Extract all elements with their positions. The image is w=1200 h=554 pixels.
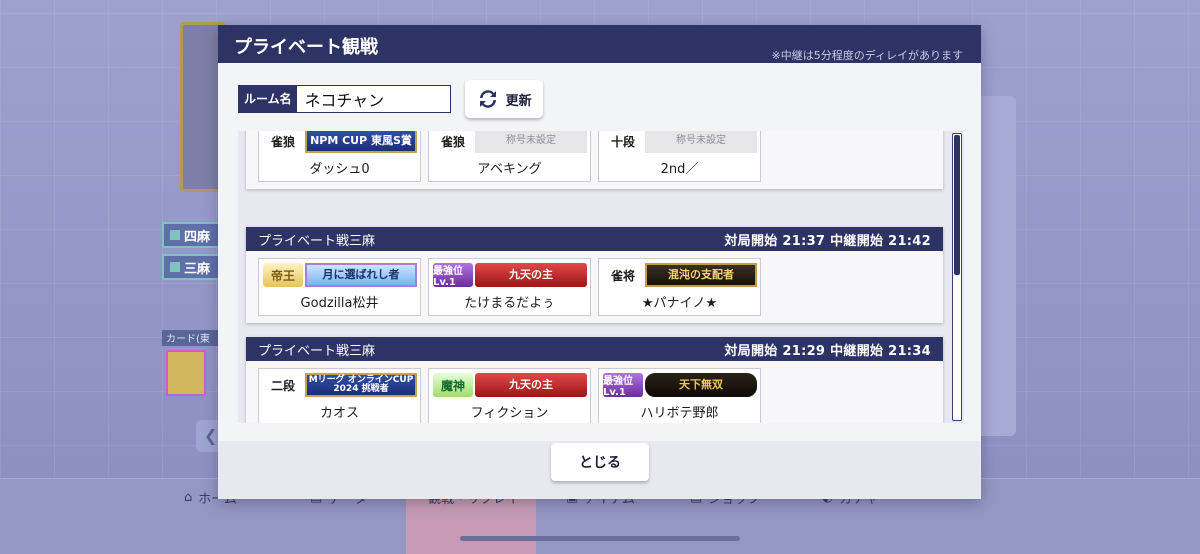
close-button[interactable]: とじる	[551, 443, 649, 481]
player-card[interactable]: 雀狼 NPM CUP 東風S賞 ダッシュ0	[258, 131, 421, 182]
player-name: ★パナイノ★	[641, 296, 718, 311]
room-card-header: プライベート戦三麻 対局開始 21:37 中継開始 21:42	[246, 227, 943, 251]
title-plate: Mリーグ オンラインCUP 2024 挑戦者	[305, 373, 417, 397]
refresh-label: 更新	[505, 93, 532, 109]
player-name: フィクション	[470, 406, 549, 421]
player-card[interactable]: 二段 Mリーグ オンラインCUP 2024 挑戦者 カオス	[258, 368, 421, 423]
title-plate: 九天の主	[475, 263, 587, 287]
modal-title: プライベート観戦	[234, 37, 378, 58]
modal-footer: とじる	[218, 441, 981, 499]
room-list[interactable]: 雀狼 NPM CUP 東風S賞 ダッシュ0 雀狼 称号未設定 アベキング 十段 …	[238, 131, 964, 423]
delay-note: ※中継は5分程度のディレイがあります	[771, 49, 963, 62]
player-name: ハリボテ野郎	[640, 406, 719, 421]
player-name: アベキング	[477, 162, 542, 177]
rank-badge: 最強位Lv.1	[433, 263, 473, 288]
room-card[interactable]: プライベート戦三麻 対局開始 21:29 中継開始 21:34 二段 Mリーグ …	[246, 337, 943, 423]
rank-badge: 帝王	[263, 263, 303, 287]
player-name: Godzilla松井	[300, 296, 379, 311]
room-type: プライベート戦三麻	[258, 343, 376, 359]
player-row: 二段 Mリーグ オンラインCUP 2024 挑戦者 カオス 魔神 九天の主 フィ…	[246, 361, 943, 423]
background-card-thumbnail	[166, 350, 206, 396]
player-card[interactable]: 雀将 混沌の支配者 ★パナイノ★	[598, 258, 761, 316]
background-mode-chip-three: 三麻	[162, 254, 222, 280]
player-card[interactable]: 最強位Lv.1 天下無双 ハリボテ野郎	[598, 368, 761, 423]
rank-badge: 最強位Lv.1	[603, 373, 643, 398]
room-card[interactable]: プライベート戦三麻 対局開始 21:37 中継開始 21:42 帝王 月に選ばれ…	[246, 227, 943, 323]
title-plate: 称号未設定	[645, 131, 757, 153]
room-name-input[interactable]	[295, 85, 451, 113]
rank-badge: 雀将	[610, 268, 635, 283]
player-name: カオス	[319, 406, 359, 421]
rank-badge: 雀狼	[270, 134, 295, 149]
background-mode-chip-four: 四麻	[162, 222, 222, 248]
background-side-panel	[980, 96, 1016, 436]
room-card-header: プライベート戦三麻 対局開始 21:29 中継開始 21:34	[246, 337, 943, 361]
modal-header: プライベート観戦 ※中継は5分程度のディレイがあります	[218, 25, 981, 63]
title-plate: 天下無双	[645, 373, 757, 397]
player-name: ダッシュ0	[309, 162, 370, 177]
home-indicator	[460, 536, 740, 541]
refresh-button[interactable]: 更新	[464, 80, 543, 118]
rank-badge: 十段	[610, 134, 635, 149]
player-name: たけまるだよぅ	[464, 296, 555, 311]
room-times: 対局開始 21:29 中継開始 21:34	[724, 343, 931, 359]
player-card[interactable]: 雀狼 称号未設定 アベキング	[428, 131, 591, 182]
room-times: 対局開始 21:37 中継開始 21:42	[724, 233, 931, 249]
background-card-label: カード(東	[162, 330, 222, 346]
refresh-icon	[479, 90, 496, 108]
room-card[interactable]: 雀狼 NPM CUP 東風S賞 ダッシュ0 雀狼 称号未設定 アベキング 十段 …	[246, 131, 943, 189]
player-card[interactable]: 十段 称号未設定 2nd／	[598, 131, 761, 182]
rank-badge: 魔神	[433, 373, 473, 397]
room-type: プライベート戦三麻	[258, 233, 376, 249]
title-plate: NPM CUP 東風S賞	[305, 131, 417, 153]
player-row: 帝王 月に選ばれし者 Godzilla松井 最強位Lv.1 九天の主 たけまるだ…	[246, 251, 943, 323]
title-plate: 月に選ばれし者	[305, 263, 417, 287]
player-card[interactable]: 帝王 月に選ばれし者 Godzilla松井	[258, 258, 421, 316]
room-name-label: ルーム名	[238, 85, 296, 113]
rank-badge: 二段	[270, 378, 295, 393]
player-row: 雀狼 NPM CUP 東風S賞 ダッシュ0 雀狼 称号未設定 アベキング 十段 …	[246, 131, 943, 189]
player-name: 2nd／	[660, 162, 699, 177]
home-icon: ⌂	[184, 490, 193, 505]
title-plate: 混沌の支配者	[645, 263, 757, 287]
player-card[interactable]: 最強位Lv.1 九天の主 たけまるだよぅ	[428, 258, 591, 316]
room-search-row: ルーム名 更新	[238, 80, 543, 118]
private-watch-modal: プライベート観戦 ※中継は5分程度のディレイがあります ルーム名 更新 雀狼 N…	[218, 25, 981, 499]
scrollbar-thumb[interactable]	[954, 135, 960, 275]
title-plate: 称号未設定	[475, 131, 587, 153]
rank-badge: 雀狼	[440, 134, 465, 149]
list-scrollbar[interactable]	[952, 133, 962, 421]
player-card[interactable]: 魔神 九天の主 フィクション	[428, 368, 591, 423]
title-plate: 九天の主	[475, 373, 587, 397]
